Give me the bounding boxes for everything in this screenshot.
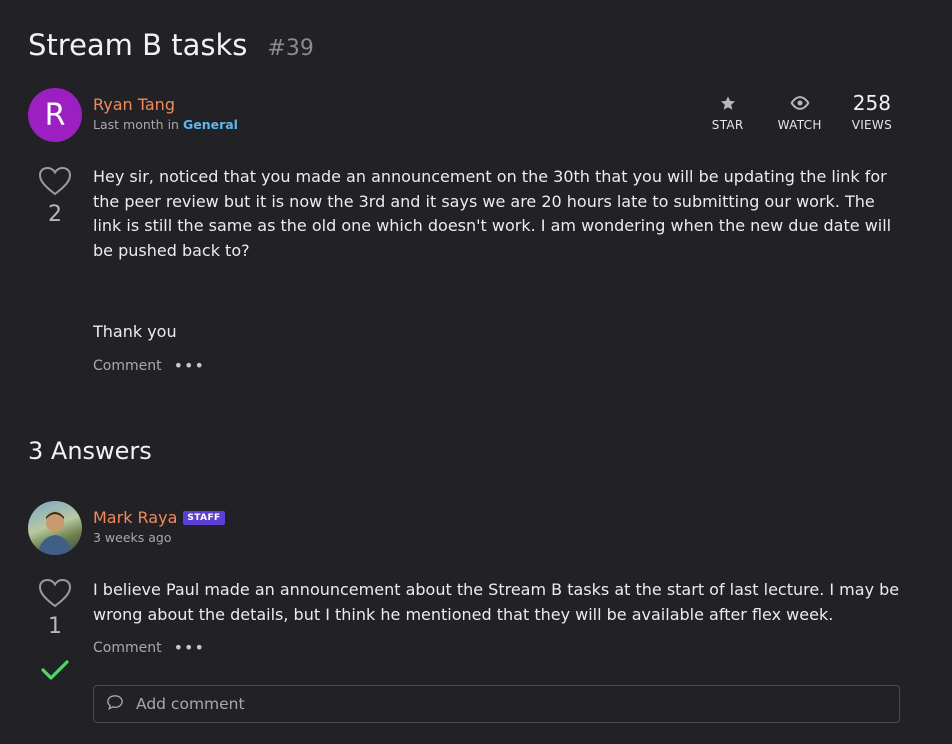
add-comment-input[interactable]: Add comment <box>93 685 900 723</box>
question-body: Hey sir, noticed that you made an announ… <box>93 165 903 345</box>
star-label: STAR <box>711 118 744 132</box>
answers-heading: 3 Answers <box>28 437 152 465</box>
question-like: 2 <box>38 166 72 227</box>
star-icon <box>720 92 736 114</box>
watch-label: WATCH <box>777 118 822 132</box>
thread-number: #39 <box>267 36 314 61</box>
more-options-icon[interactable]: ••• <box>174 356 205 375</box>
check-icon <box>40 658 70 686</box>
comment-bubble-icon <box>106 694 124 714</box>
post-time: Last month <box>93 117 164 132</box>
more-options-icon[interactable]: ••• <box>174 638 205 657</box>
star-button[interactable]: STAR <box>708 92 748 132</box>
answer-actions: Comment ••• <box>93 638 205 657</box>
heart-icon[interactable] <box>38 578 72 612</box>
views-stat: 258 VIEWS <box>852 92 892 132</box>
watch-button[interactable]: WATCH <box>778 92 822 132</box>
views-count: 258 <box>852 91 891 115</box>
post-meta: Last month in General <box>93 117 238 132</box>
author-name[interactable]: Ryan Tang <box>93 95 238 114</box>
heart-icon[interactable] <box>38 166 72 200</box>
answer-author-block: Mark Raya STAFF 3 weeks ago <box>93 508 225 545</box>
answer-time: 3 weeks ago <box>93 530 172 545</box>
comment-button[interactable]: Comment <box>93 640 162 656</box>
like-count: 2 <box>48 202 62 227</box>
answer-like: 1 <box>38 578 72 639</box>
question-author-block: Ryan Tang Last month in General <box>93 95 238 132</box>
page-title: Stream B tasks <box>28 28 248 62</box>
question-paragraph: Hey sir, noticed that you made an announ… <box>93 167 892 260</box>
views-label: VIEWS <box>851 118 892 132</box>
thread-stats: STAR WATCH 258 VIEWS <box>708 92 892 132</box>
avatar[interactable]: R <box>28 88 82 142</box>
category-link[interactable]: General <box>183 117 238 132</box>
in-word: in <box>167 117 179 132</box>
like-count: 1 <box>48 614 62 639</box>
avatar[interactable] <box>28 501 82 555</box>
thread-header: Stream B tasks #39 <box>28 28 314 62</box>
eye-icon <box>790 92 810 114</box>
answer-author-name[interactable]: Mark Raya <box>93 508 177 527</box>
question-actions: Comment ••• <box>93 356 205 375</box>
comment-button[interactable]: Comment <box>93 358 162 374</box>
answer-body: I believe Paul made an announcement abou… <box>93 580 900 624</box>
staff-badge: STAFF <box>183 511 225 525</box>
add-comment-placeholder: Add comment <box>136 695 245 713</box>
question-paragraph: Thank you <box>93 322 177 341</box>
author-name: Mark Raya STAFF <box>93 508 225 527</box>
